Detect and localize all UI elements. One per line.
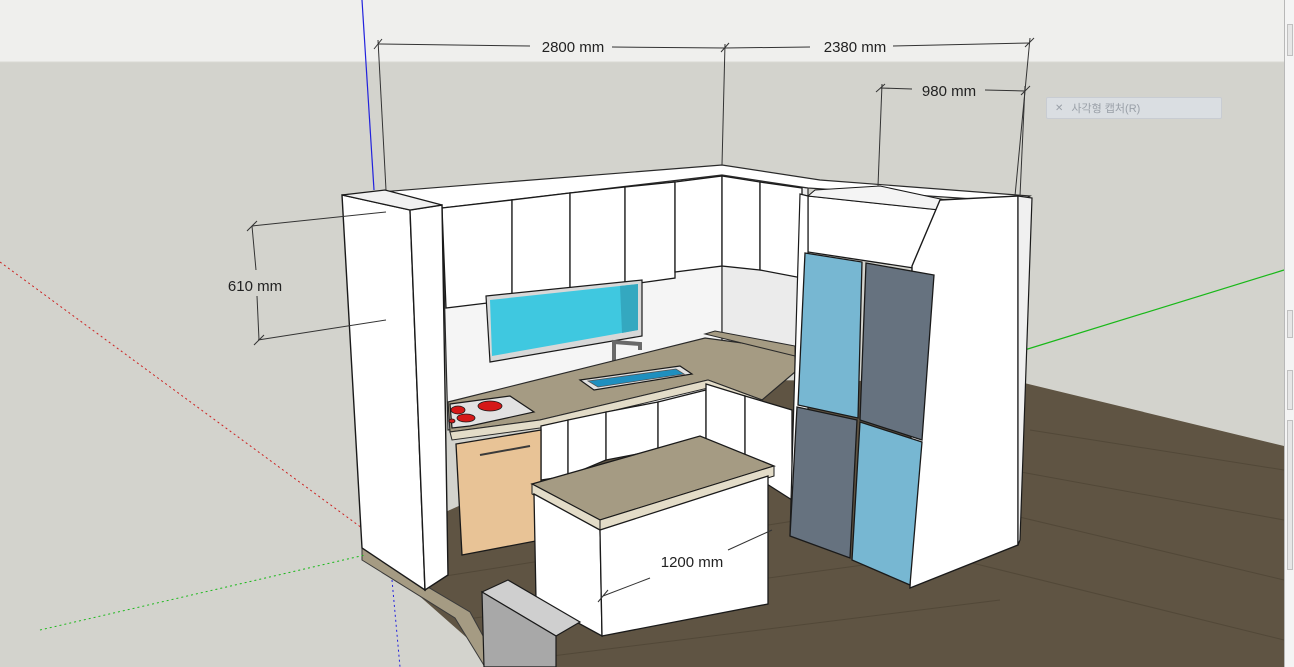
fridge-door-top-right — [859, 262, 935, 441]
dimension-label-2800: 2800 mm — [542, 39, 605, 56]
dimension-980 — [875, 83, 1031, 197]
right-side-panel — [1284, 0, 1294, 667]
dimension-label-610: 610 mm — [228, 278, 282, 295]
fridge-housing-side — [909, 195, 1019, 590]
panel-handle-top[interactable] — [1287, 24, 1293, 56]
panel-handle-mid[interactable] — [1287, 310, 1293, 338]
panel-handle-bottom[interactable] — [1287, 420, 1293, 570]
dishwasher — [455, 429, 542, 556]
axis-green-dotted — [39, 554, 366, 631]
dimension-label-2380: 2380 mm — [824, 39, 887, 56]
axis-green — [1017, 269, 1285, 353]
dimension-label-980: 980 mm — [922, 83, 976, 100]
axis-blue-dotted — [391, 579, 401, 667]
window-glass-shade — [620, 284, 638, 333]
axis-red — [0, 261, 363, 529]
upper-cabinets-right — [721, 175, 803, 279]
capture-tooltip[interactable]: ✕ 사각형 캡처(R) — [1046, 97, 1222, 119]
fridge-door-bottom-left — [789, 406, 858, 559]
panel-handle-lower[interactable] — [1287, 370, 1293, 410]
close-icon[interactable]: ✕ — [1055, 103, 1063, 114]
fridge-door-top-left — [797, 252, 863, 419]
fridge-door-bottom-right — [851, 421, 923, 586]
sky-band — [0, 0, 1294, 62]
capture-tooltip-label: 사각형 캡처(R) — [1071, 103, 1141, 115]
dimension-label-1200: 1200 mm — [661, 554, 724, 571]
